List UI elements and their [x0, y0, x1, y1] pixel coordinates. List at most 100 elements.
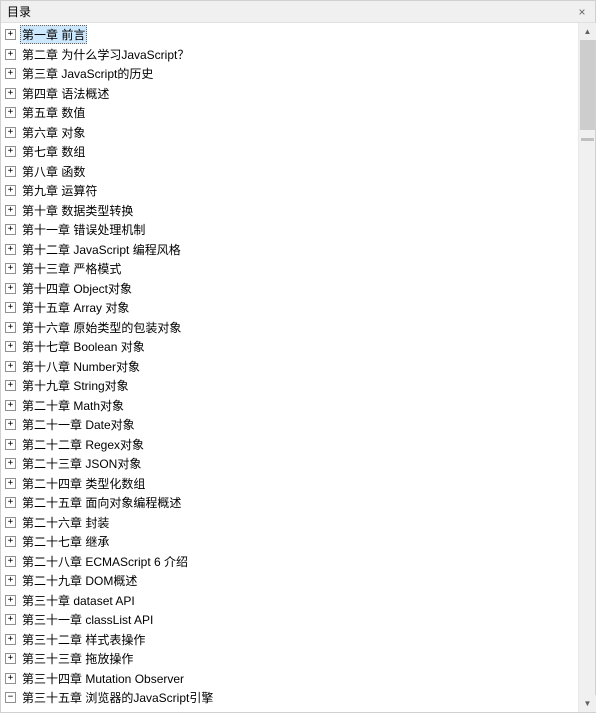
expand-icon[interactable]: + — [5, 205, 16, 216]
tree-item-label: 第三十三章 拖放操作 — [20, 649, 135, 668]
scroll-up-arrow[interactable]: ▲ — [579, 23, 596, 40]
tree-item-label: 第二十一章 Date对象 — [20, 415, 137, 434]
expand-icon[interactable]: + — [5, 283, 16, 294]
scroll-thumb[interactable] — [580, 40, 595, 130]
expand-icon[interactable]: + — [5, 146, 16, 157]
scroll-marker — [581, 138, 594, 141]
tree-item[interactable]: +第六章 对象 — [1, 123, 578, 143]
tree-view[interactable]: + 第一章 前言+第二章 为什么学习JavaScript？ + 第三章 JavaScr… — [1, 23, 578, 712]
expand-icon[interactable]: + — [5, 614, 16, 625]
expand-icon[interactable]: + — [5, 419, 16, 430]
tree-item[interactable]: +第十五章 Array 对象 — [1, 298, 578, 318]
tree-item-label: 第二十五章 面向对象编程概述 — [20, 493, 183, 512]
tree-item[interactable]: + 第十八章 Number对象 — [1, 357, 578, 377]
expand-icon[interactable]: + — [5, 88, 16, 99]
expand-icon[interactable]: + — [5, 478, 16, 489]
expand-icon[interactable]: + — [5, 224, 16, 235]
expand-icon[interactable]: + — [5, 29, 16, 40]
expand-icon[interactable]: + — [5, 107, 16, 118]
scroll-down-arrow[interactable]: ▼ — [579, 695, 596, 712]
tree-item[interactable]: + 第十三章 严格模式 — [1, 259, 578, 279]
tree-item[interactable]: +第二十八章 ECMAScript 6 介绍 — [1, 552, 578, 572]
tree-item[interactable]: + 第七章 数组 — [1, 142, 578, 162]
content-wrapper: + 第一章 前言+第二章 为什么学习JavaScript？ + 第三章 JavaScr… — [1, 23, 595, 712]
expand-icon[interactable]: + — [5, 497, 16, 508]
tree-item[interactable]: +第二十章 Math对象 — [1, 396, 578, 416]
tree-item-label: 第十二章 JavaScript 编程风格 — [20, 240, 183, 259]
tree-item-label: 第九章 运算符 — [20, 181, 99, 200]
expand-icon[interactable]: + — [5, 400, 16, 411]
tree-item-label: 第二十三章 JSON对象 — [20, 454, 143, 473]
tree-item[interactable]: +第三十章 dataset API — [1, 591, 578, 611]
tree-item-label: 第二十四章 类型化数组 — [20, 474, 147, 493]
tree-item[interactable]: + 第四章 语法概述 — [1, 84, 578, 104]
expand-icon[interactable]: + — [5, 458, 16, 469]
tree-item[interactable]: −第三十五章 浏览器的JavaScript引擎 — [1, 688, 578, 708]
expand-icon[interactable]: + — [5, 575, 16, 586]
tree-item[interactable]: + 第二十六章 封装 — [1, 513, 578, 533]
tree-item-label: 第四章 语法概述 — [20, 84, 111, 103]
tree-item[interactable]: + 第十二章 JavaScript 编程风格 — [1, 240, 578, 260]
tree-item-label: 第八章 函数 — [20, 162, 87, 181]
tree-item-label: 第二十二章 Regex对象 — [20, 435, 146, 454]
tree-item[interactable]: + 第一章 前言 — [1, 25, 578, 45]
expand-icon[interactable]: + — [5, 322, 16, 333]
tree-item[interactable]: + 第二十四章 类型化数组 — [1, 474, 578, 494]
expand-icon[interactable]: + — [5, 263, 16, 274]
expand-icon[interactable]: + — [5, 536, 16, 547]
expand-icon[interactable]: + — [5, 595, 16, 606]
tree-item-label: 第二十六章 封装 — [20, 513, 111, 532]
vertical-scrollbar[interactable]: ▲ ▼ — [578, 23, 595, 712]
tree-item[interactable]: + 第五章 数值 — [1, 103, 578, 123]
tree-item-label: 第十八章 Number对象 — [20, 357, 142, 376]
tree-item[interactable]: + 第十章 数据类型转换 — [1, 201, 578, 221]
tree-item[interactable]: + 第二十三章 JSON对象 — [1, 454, 578, 474]
tree-item-label: 第七章 数组 — [20, 142, 87, 161]
tree-item-label: 第十三章 严格模式 — [20, 259, 123, 278]
tree-item-label: 第十六章 原始类型的包装对象 — [20, 318, 183, 337]
tree-item[interactable]: + 第八章 函数 — [1, 162, 578, 182]
tree-item[interactable]: + 第三十四章 Mutation Observer — [1, 669, 578, 689]
tree-item[interactable]: + 第十六章 原始类型的包装对象 — [1, 318, 578, 338]
expand-icon[interactable]: + — [5, 244, 16, 255]
tree-item[interactable]: + 第二十二章 Regex对象 — [1, 435, 578, 455]
tree-item-label: 第三十四章 Mutation Observer — [20, 669, 186, 688]
expand-icon[interactable]: + — [5, 166, 16, 177]
expand-icon[interactable]: + — [5, 380, 16, 391]
tree-item-label: 第一章 前言 — [20, 25, 87, 44]
tree-item-label: 第三章 JavaScript的历史 — [20, 64, 155, 83]
tree-item[interactable]: + 第十四章 Object对象 — [1, 279, 578, 299]
expand-icon[interactable]: + — [5, 185, 16, 196]
tree-item[interactable]: + 第九章 运算符 — [1, 181, 578, 201]
tree-item[interactable]: +第二十七章 继承 — [1, 532, 578, 552]
tree-item[interactable]: +第十九章 String对象 — [1, 376, 578, 396]
tree-item-label: 第十四章 Object对象 — [20, 279, 134, 298]
expand-icon[interactable]: + — [5, 68, 16, 79]
expand-icon[interactable]: + — [5, 49, 16, 60]
tree-item[interactable]: + 第三章 JavaScript的历史 — [1, 64, 578, 84]
expand-icon[interactable]: + — [5, 439, 16, 450]
expand-icon[interactable]: + — [5, 653, 16, 664]
tree-item[interactable]: +第二章 为什么学习JavaScript？ — [1, 45, 578, 65]
tree-item[interactable]: + 第三十三章 拖放操作 — [1, 649, 578, 669]
close-button[interactable]: × — [573, 4, 591, 20]
tree-item[interactable]: + 第十七章 Boolean 对象 — [1, 337, 578, 357]
expand-icon[interactable]: + — [5, 127, 16, 138]
expand-icon[interactable]: + — [5, 673, 16, 684]
expand-icon[interactable]: + — [5, 302, 16, 313]
expand-icon[interactable]: + — [5, 517, 16, 528]
tree-item[interactable]: +第三十一章 classList API — [1, 610, 578, 630]
tree-item-label: 第五章 数值 — [20, 103, 87, 122]
tree-item-label: 第十章 数据类型转换 — [20, 201, 135, 220]
tree-item[interactable]: + 第二十一章 Date对象 — [1, 415, 578, 435]
tree-item[interactable]: +第二十九章 DOM概述 — [1, 571, 578, 591]
expand-icon[interactable]: + — [5, 634, 16, 645]
tree-item[interactable]: +第三十二章 样式表操作 — [1, 630, 578, 650]
expand-icon[interactable]: + — [5, 556, 16, 567]
tree-item[interactable]: +第十一章 错误处理机制 — [1, 220, 578, 240]
expand-icon[interactable]: + — [5, 341, 16, 352]
expand-icon[interactable]: − — [5, 692, 16, 703]
expand-icon[interactable]: + — [5, 361, 16, 372]
tree-item-label: 第十七章 Boolean 对象 — [20, 337, 147, 356]
tree-item[interactable]: + 第二十五章 面向对象编程概述 — [1, 493, 578, 513]
